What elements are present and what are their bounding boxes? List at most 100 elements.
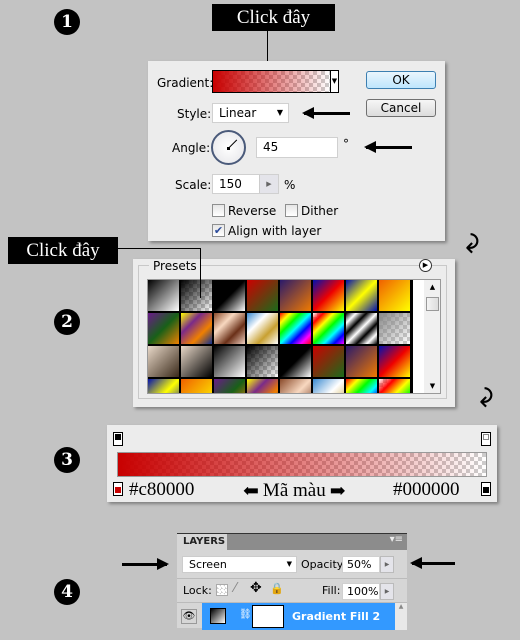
opacity-stop-right[interactable] [481,432,491,446]
gradient-preset-swatch[interactable] [148,280,180,312]
arrow-left-icon [410,557,455,569]
gradient-preset-swatch[interactable] [247,313,279,345]
gradient-preset-swatch[interactable] [313,280,345,312]
lock-transparency-icon[interactable] [216,584,228,596]
gradient-preset-swatch[interactable] [313,379,345,393]
style-value: Linear [219,106,257,120]
color-code-label: Mã màu [262,480,326,501]
gradient-preset-swatch[interactable] [313,313,345,345]
gradient-preset-swatch[interactable] [346,313,378,345]
arrow-left-icon [302,107,350,119]
gradient-preset-swatch[interactable] [379,280,411,312]
ok-button[interactable]: OK [366,71,436,89]
reverse-checkbox[interactable] [212,204,225,217]
presets-panel: Presets ▶ ▲ ▼ [133,259,455,407]
degree-symbol: ° [343,137,349,151]
gradient-preset-swatch[interactable] [247,379,279,393]
gradient-preset-swatch[interactable] [280,379,312,393]
gradient-preset-swatch[interactable] [214,379,246,393]
cancel-button[interactable]: Cancel [366,99,436,117]
gradient-preview[interactable] [213,71,330,92]
gradient-preset-swatch[interactable] [247,346,279,378]
opacity-input[interactable]: 50% [342,556,380,573]
link-chain-icon[interactable]: ⛓ [239,609,252,620]
gradient-preset-swatch[interactable] [214,346,246,378]
scroll-down-icon[interactable]: ▼ [424,382,440,390]
opacity-stop-left[interactable] [113,432,123,446]
fill-stepper-icon[interactable]: ▶ [380,583,394,600]
gradient-dropdown-arrow-icon[interactable]: ▼ [330,71,338,92]
lock-all-icon[interactable]: 🔒 [270,582,284,595]
angle-input[interactable]: 45 [256,137,338,158]
gradient-fill-thumbnail [210,608,226,624]
gradient-preset-swatch[interactable] [214,313,246,345]
fill-input[interactable]: 100% [342,583,380,600]
gradient-preset-swatch[interactable] [181,313,213,345]
scale-value: 150 [219,177,242,191]
align-with-layer-checkbox[interactable]: ✔ [212,224,225,237]
curved-arrow-icon: ↷ [467,386,498,408]
step-3-marker: 3 [54,447,80,473]
layer-name: Gradient Fill 2 [292,610,381,623]
lock-pixels-brush-icon[interactable]: ⁄ [234,581,236,596]
opacity-stepper-icon[interactable]: ▶ [380,556,394,573]
visibility-eye-icon[interactable]: 👁 [181,609,197,624]
fill-label: Fill: [322,584,341,597]
chevron-down-icon: ▼ [286,560,292,568]
arrow-right-icon: ➡ [329,481,346,502]
gradient-label: Gradient: [157,76,214,90]
gradient-preset-swatch[interactable] [379,379,411,393]
opacity-label: Opacity: [301,558,347,571]
step-2-marker: 2 [54,309,80,335]
blend-mode-select[interactable]: Screen ▼ [182,556,297,573]
gradient-picker[interactable]: ▼ [212,70,339,93]
gradient-preset-swatch[interactable] [214,280,246,312]
tab-layers[interactable]: LAYERS [177,534,227,551]
presets-title: Presets [149,259,201,273]
step-1-marker: 1 [54,9,80,35]
click-here-callout-2: Click đây [8,237,118,264]
left-color-code: #c80000 [129,479,195,500]
scroll-thumb[interactable] [426,297,439,311]
layer-row-gradient-fill-2[interactable]: ⛓ Gradient Fill 2 [202,603,395,630]
callout-line-2 [118,248,201,249]
scale-stepper-arrow-icon[interactable]: ▶ [259,175,278,193]
layers-panel: LAYERS ▾≡ Screen ▼ Opacity: 50% ▶ Lock: … [177,533,407,630]
gradient-preset-swatch[interactable] [313,346,345,378]
scale-label: Scale: [175,178,212,192]
curved-arrow-icon: ↷ [453,232,484,254]
percent-symbol: % [284,178,296,192]
style-select[interactable]: Linear ▼ [212,103,289,123]
gradient-preset-swatch[interactable] [247,280,279,312]
layers-scrollbar[interactable]: ▲ [395,603,407,630]
gradient-preset-swatch[interactable] [148,346,180,378]
lock-position-move-icon[interactable]: ✥ [250,580,262,596]
gradient-preset-swatch[interactable] [181,346,213,378]
gradient-preset-swatch[interactable] [148,379,180,393]
gradient-preset-swatch[interactable] [379,313,411,345]
gradient-bar[interactable] [117,452,487,477]
gradient-preset-swatch[interactable] [280,313,312,345]
scale-input[interactable]: 150 ▶ [212,174,279,194]
dither-checkbox[interactable] [285,204,298,217]
scroll-up-icon[interactable]: ▲ [424,283,440,291]
reverse-label: Reverse [228,204,277,218]
gradient-preset-swatch[interactable] [346,346,378,378]
presets-menu-icon[interactable]: ▶ [419,259,432,272]
color-stop-left[interactable] [113,482,123,496]
color-stop-right[interactable] [481,482,491,496]
arrow-left-icon: ⬅ [243,481,259,502]
gradient-preset-swatch[interactable] [346,379,378,393]
gradient-preset-swatch[interactable] [181,379,213,393]
presets-scrollbar[interactable]: ▲ ▼ [424,280,440,393]
gradient-preset-swatch[interactable] [346,280,378,312]
gradient-preset-swatch[interactable] [379,346,411,378]
gradient-preset-swatch[interactable] [280,346,312,378]
angle-dial[interactable] [211,130,246,165]
gradient-preset-swatch[interactable] [148,313,180,345]
gradient-preset-swatch[interactable] [181,280,213,312]
blend-mode-value: Screen [189,558,227,571]
panel-menu-icon[interactable]: ▾≡ [390,534,403,545]
gradient-preset-swatch[interactable] [280,280,312,312]
callout-line-2-vertical [200,248,201,298]
